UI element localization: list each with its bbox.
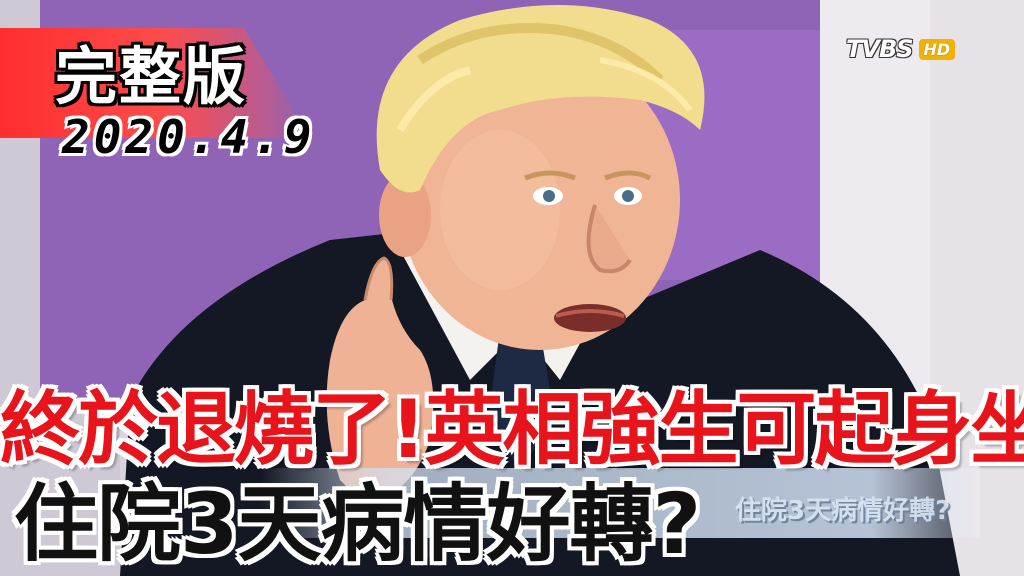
background-caption: 住院3天病情好轉? (735, 490, 950, 527)
headline-line-1: 終於退燒了!英相強生可起身坐著 (0, 383, 1024, 476)
hd-badge: HD (918, 38, 956, 60)
video-thumbnail: 完整版 2020.4.9 TVBS HD 住院3天病情好轉? 終於退燒了!英相強… (0, 0, 1024, 576)
channel-logo: TVBS HD (846, 34, 956, 64)
headline-line-2: 住院3天病情好轉? (14, 475, 701, 573)
full-version-label: 完整版 (55, 40, 248, 113)
broadcast-date: 2020.4.9 (62, 110, 316, 164)
tvbs-logo-text: TVBS (846, 35, 914, 63)
background-caption-text: 住院3天病情好轉? (735, 496, 951, 526)
